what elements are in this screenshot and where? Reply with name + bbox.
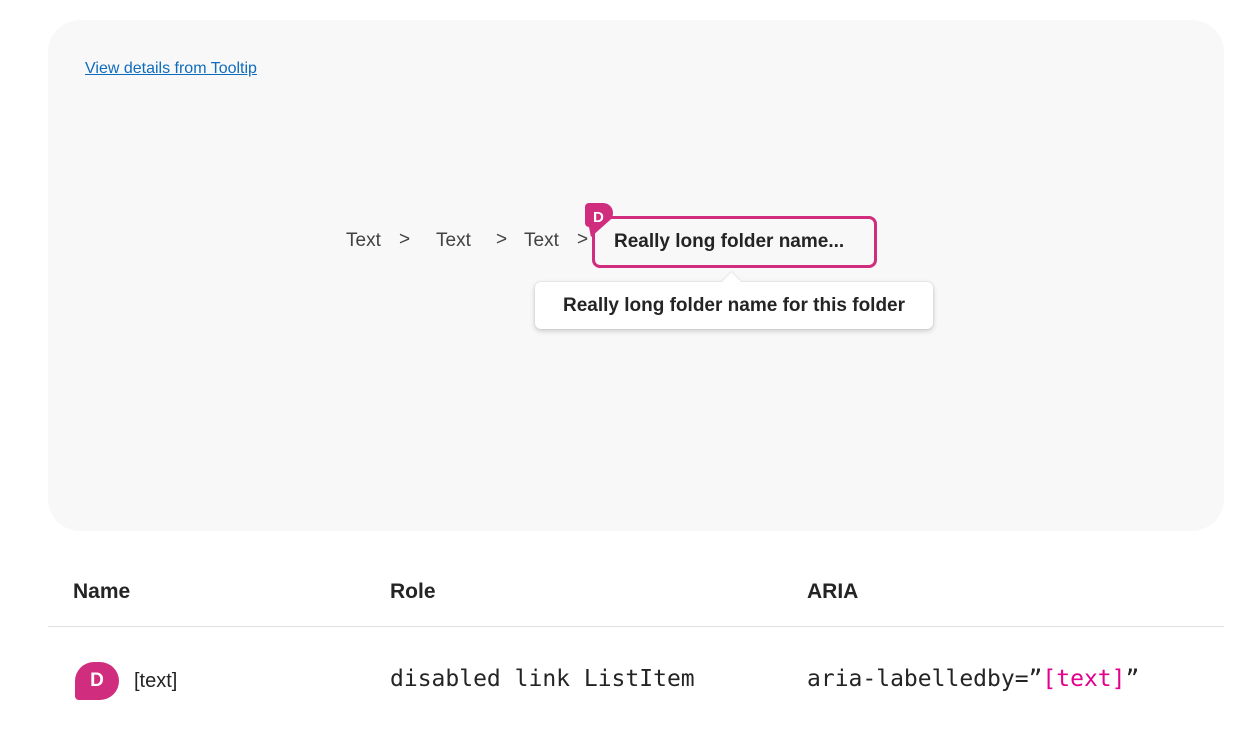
row-role: disabled link ListItem — [390, 666, 695, 692]
column-header-aria: ARIA — [807, 580, 859, 603]
annotation-badge-letter: D — [593, 209, 604, 226]
annotation-badge: D — [75, 662, 119, 700]
aria-suffix: ” — [1125, 666, 1140, 692]
chevron-right-icon: > — [399, 229, 411, 250]
row-aria: aria-labelledby=”[text]” — [807, 666, 1139, 692]
table-divider — [48, 626, 1224, 627]
tooltip-text: Really long folder name for this folder — [562, 294, 906, 316]
table-header: Name Role ARIA — [0, 580, 1256, 610]
column-header-name: Name — [73, 580, 131, 603]
tooltip: Really long folder name for this folder — [535, 282, 933, 329]
annotation-badge-letter: D — [90, 670, 104, 691]
annotation-badge: D — [585, 203, 613, 237]
breadcrumb-item-3[interactable]: Text — [524, 230, 559, 252]
column-header-role: Role — [390, 580, 436, 603]
breadcrumb-current-item[interactable]: Really long folder name... — [592, 216, 877, 268]
breadcrumb-current-label: Really long folder name... — [614, 231, 845, 252]
view-details-link[interactable]: View details from Tooltip — [85, 60, 257, 78]
aria-prefix: aria-labelledby=” — [807, 666, 1043, 692]
breadcrumb-item-2[interactable]: Text — [436, 230, 471, 252]
aria-value: [text] — [1042, 666, 1126, 692]
table-row: D [text] disabled link ListItem aria-lab… — [0, 660, 1256, 700]
row-name: [text] — [134, 670, 178, 692]
breadcrumb-item-1[interactable]: Text — [346, 230, 381, 252]
chevron-right-icon: > — [496, 229, 508, 250]
example-stage: View details from Tooltip Text > Text > … — [48, 20, 1224, 531]
